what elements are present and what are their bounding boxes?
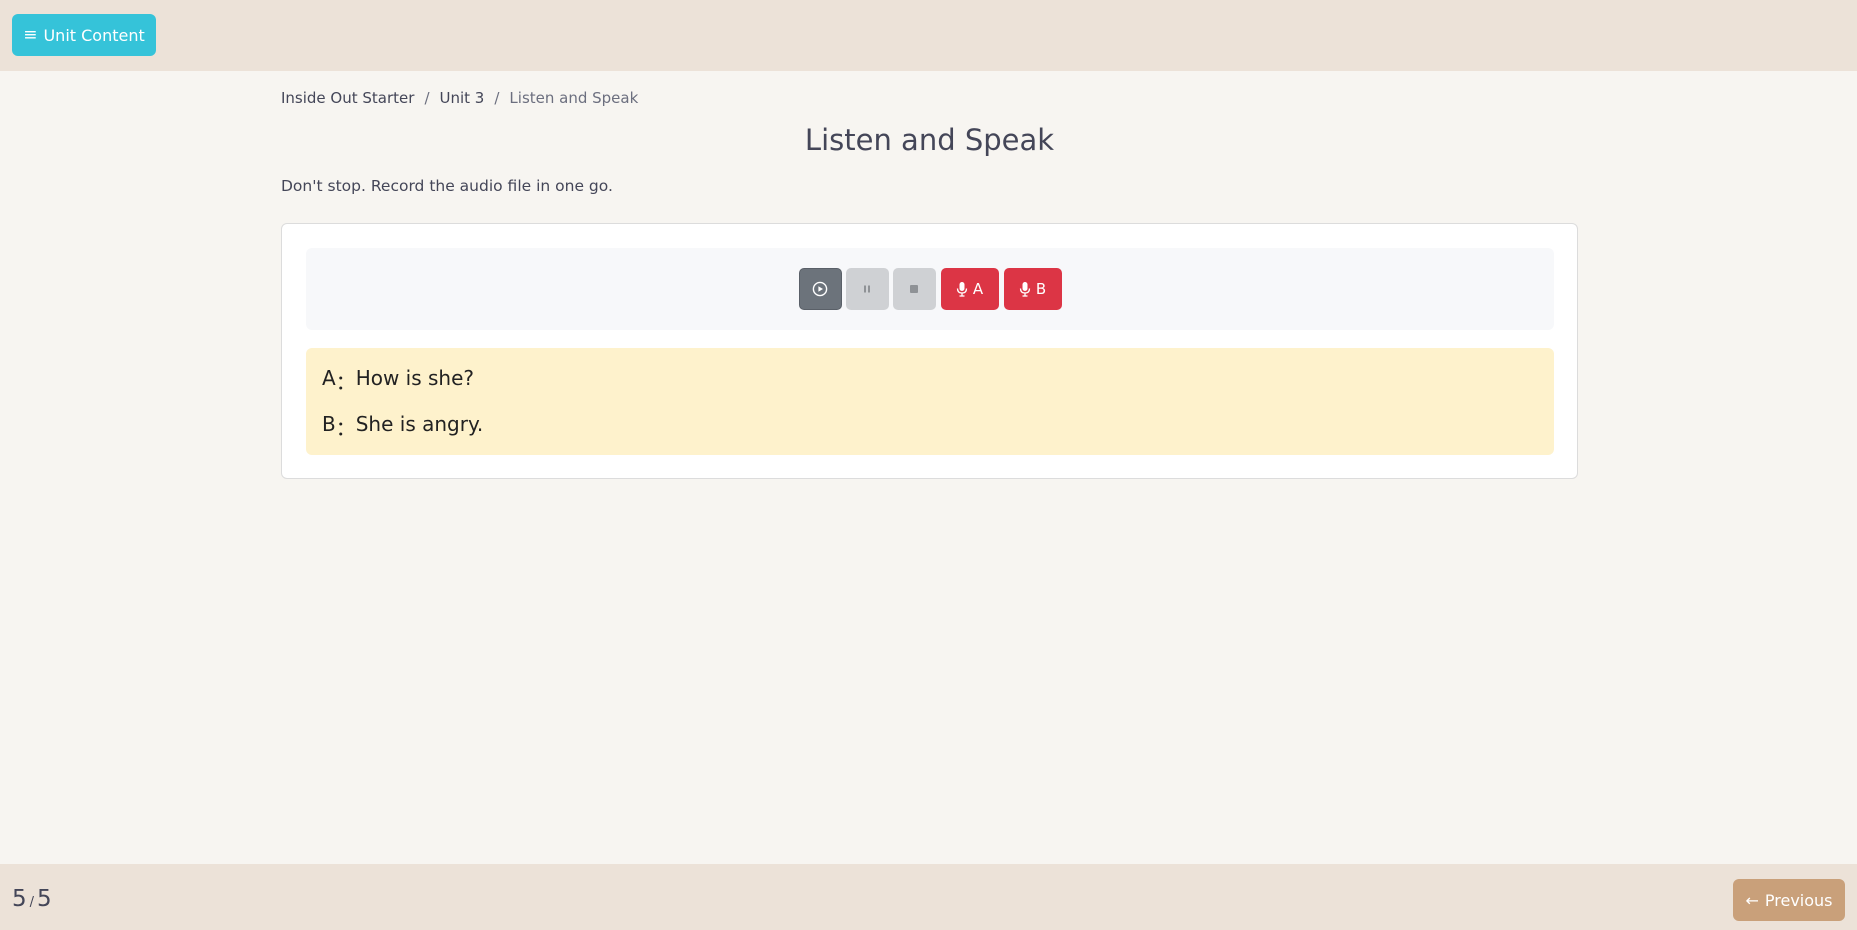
dialog-line: A ： How is she? — [322, 366, 1538, 412]
stop-button[interactable] — [892, 268, 936, 310]
breadcrumb-item-current: Listen and Speak — [509, 89, 639, 107]
pause-button[interactable] — [845, 268, 889, 310]
record-a-button[interactable]: A — [940, 268, 999, 310]
speaker-separator: ： — [335, 416, 356, 440]
record-a-label: A — [972, 280, 984, 298]
breadcrumb-separator: / — [494, 89, 500, 107]
audio-controls: A B — [306, 248, 1554, 330]
unit-content-label: Unit Content — [43, 25, 145, 45]
previous-button[interactable]: ← Previous — [1733, 879, 1845, 921]
exercise-card: A B A ： How is she? B ： She is angry. — [281, 223, 1578, 479]
speaker-label: B — [322, 412, 336, 436]
stop-icon — [910, 285, 918, 293]
breadcrumb: Inside Out Starter / Unit 3 / Listen and… — [281, 89, 638, 107]
instruction-text: Don't stop. Record the audio file in one… — [281, 177, 613, 195]
dialog-text: How is she? — [355, 366, 475, 390]
dialog-line: B ： She is angry. — [322, 412, 1538, 458]
breadcrumb-item-unit[interactable]: Unit 3 — [440, 89, 485, 107]
menu-icon: ≡ — [23, 24, 38, 45]
pause-icon — [864, 285, 870, 293]
record-b-button[interactable]: B — [1003, 268, 1062, 310]
record-b-label: B — [1035, 280, 1047, 298]
dialog-box: A ： How is she? B ： She is angry. — [306, 348, 1554, 455]
arrow-left-icon: ← — [1745, 890, 1759, 910]
breadcrumb-separator: / — [424, 89, 430, 107]
dialog-text: She is angry. — [355, 412, 484, 436]
microphone-icon — [1019, 282, 1030, 297]
bottom-bar: 5/5 ← Previous — [0, 864, 1857, 930]
top-bar: ≡ Unit Content — [0, 0, 1857, 71]
previous-label: Previous — [1764, 890, 1833, 910]
current-page: 5 — [12, 886, 27, 912]
breadcrumb-item-course[interactable]: Inside Out Starter — [281, 89, 414, 107]
unit-content-button[interactable]: ≡ Unit Content — [12, 14, 156, 56]
page-separator: / — [29, 895, 35, 910]
microphone-icon — [956, 282, 968, 297]
speaker-separator: ： — [335, 370, 356, 394]
speaker-label: A — [322, 366, 336, 390]
play-button[interactable] — [798, 268, 842, 310]
play-circle-icon — [812, 281, 828, 297]
page-counter: 5/5 — [12, 886, 52, 912]
page-title: Listen and Speak — [804, 123, 1055, 157]
total-pages: 5 — [37, 886, 52, 912]
